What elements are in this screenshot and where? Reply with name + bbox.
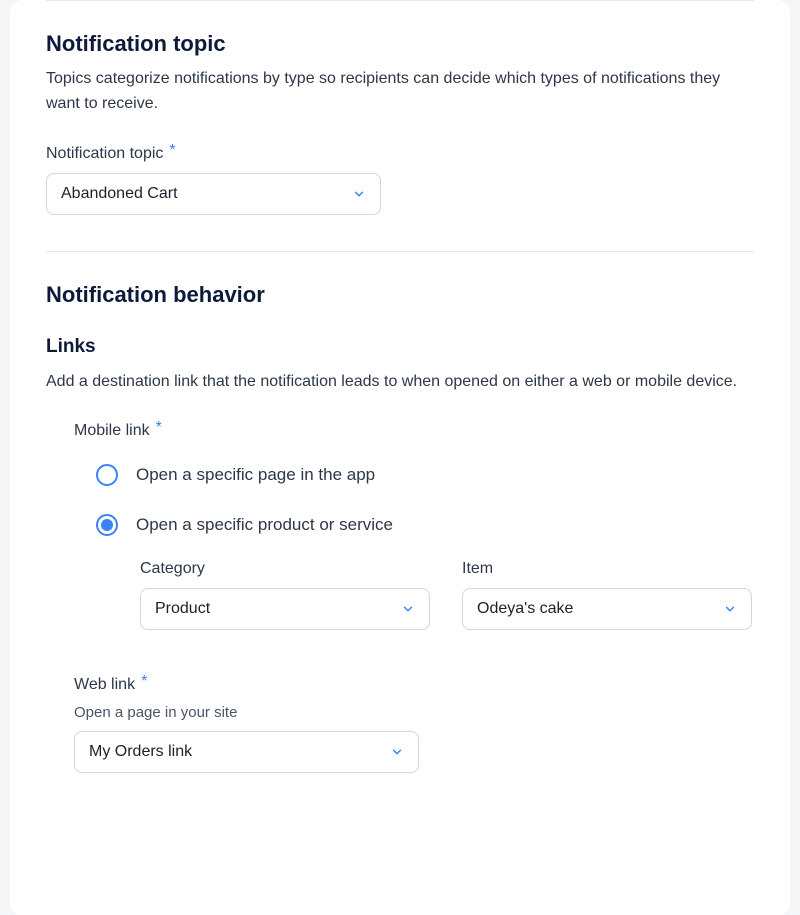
- web-link-value: My Orders link: [89, 743, 192, 761]
- notification-topic-description: Topics categorize notifications by type …: [46, 67, 754, 117]
- category-select[interactable]: Product: [140, 588, 430, 630]
- required-indicator: *: [156, 420, 162, 436]
- radio-option-app-page[interactable]: Open a specific page in the app: [96, 464, 754, 486]
- radio-icon: [96, 514, 118, 536]
- radio-inner-dot: [101, 519, 113, 531]
- notification-behavior-title: Notification behavior: [46, 282, 754, 308]
- mobile-link-options: Open a specific page in the app Open a s…: [74, 464, 754, 536]
- required-indicator: *: [141, 674, 147, 690]
- web-link-select[interactable]: My Orders link: [74, 731, 419, 773]
- required-indicator: *: [169, 143, 175, 159]
- settings-card: Notification topic Topics categorize not…: [10, 0, 790, 915]
- chevron-down-icon: [352, 187, 366, 201]
- web-link-label: Web link: [74, 676, 135, 694]
- chevron-down-icon: [390, 745, 404, 759]
- notification-topic-field-label: Notification topic: [46, 145, 163, 163]
- notification-topic-label-row: Notification topic *: [46, 145, 754, 163]
- product-service-selects: Category Product Item Odeya's cake: [46, 560, 754, 630]
- section-divider: [46, 251, 754, 252]
- category-label: Category: [140, 560, 430, 578]
- divider: [46, 0, 754, 1]
- links-description: Add a destination link that the notifica…: [46, 370, 754, 395]
- radio-icon: [96, 464, 118, 486]
- category-value: Product: [155, 600, 210, 618]
- mobile-link-label: Mobile link: [74, 422, 150, 440]
- mobile-link-label-row: Mobile link *: [74, 422, 754, 440]
- item-select[interactable]: Odeya's cake: [462, 588, 752, 630]
- chevron-down-icon: [723, 602, 737, 616]
- links-title: Links: [46, 336, 754, 358]
- category-column: Category Product: [140, 560, 430, 630]
- radio-option-product-service[interactable]: Open a specific product or service: [96, 514, 754, 536]
- notification-topic-title: Notification topic: [46, 31, 754, 57]
- notification-topic-select[interactable]: Abandoned Cart: [46, 173, 381, 215]
- chevron-down-icon: [401, 602, 415, 616]
- mobile-link-block: Mobile link * Open a specific page in th…: [46, 422, 754, 536]
- radio-label-app-page: Open a specific page in the app: [136, 465, 375, 485]
- radio-label-product-service: Open a specific product or service: [136, 515, 393, 535]
- item-label: Item: [462, 560, 752, 578]
- item-value: Odeya's cake: [477, 600, 573, 618]
- item-column: Item Odeya's cake: [462, 560, 752, 630]
- notification-topic-value: Abandoned Cart: [61, 185, 178, 203]
- web-link-block: Web link * Open a page in your site My O…: [46, 676, 754, 773]
- web-link-label-row: Web link *: [74, 676, 754, 694]
- web-link-sublabel: Open a page in your site: [74, 704, 754, 721]
